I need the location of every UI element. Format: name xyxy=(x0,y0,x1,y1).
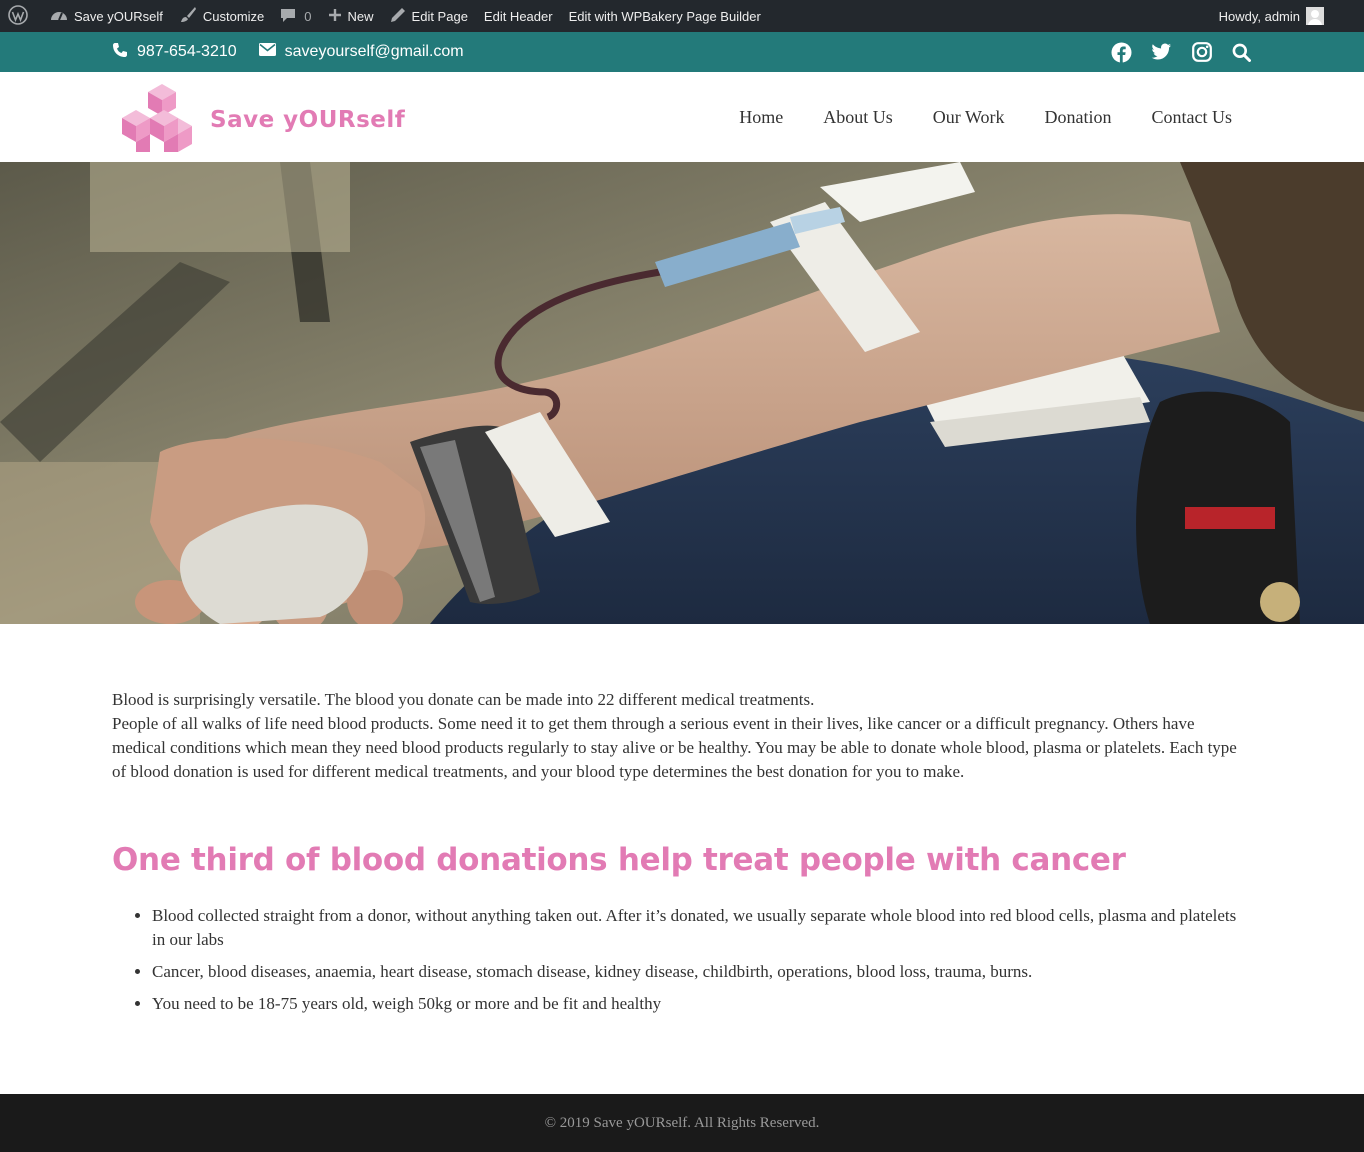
intro-line: Blood is surprisingly versatile. The blo… xyxy=(112,690,815,709)
site-logo[interactable]: Save yOURself xyxy=(116,80,405,159)
email-address: saveyourself@gmail.com xyxy=(284,43,464,60)
brush-icon xyxy=(179,6,203,27)
greeting-label: Howdy, admin xyxy=(1218,8,1300,24)
wordpress-logo-button[interactable] xyxy=(0,0,42,32)
wp-admin-bar: Save yOURself Customize 0 New Edit Page … xyxy=(0,0,1364,32)
instagram-icon[interactable] xyxy=(1191,42,1212,63)
my-account-link[interactable]: Howdy, admin xyxy=(1211,0,1324,32)
list-item: Cancer, blood diseases, anaemia, heart d… xyxy=(152,960,1252,984)
edit-wpbakery-label: Edit with WPBakery Page Builder xyxy=(568,8,761,24)
envelope-icon xyxy=(258,43,276,61)
nav-home[interactable]: Home xyxy=(739,107,783,128)
site-name-label: Save yOURself xyxy=(74,8,163,24)
customize-label: Customize xyxy=(202,8,265,24)
nav-donation[interactable]: Donation xyxy=(1045,107,1112,128)
phone-number: 987-654-3210 xyxy=(137,43,237,60)
list-item: Blood collected straight from a donor, w… xyxy=(152,904,1252,952)
nav-our-work[interactable]: Our Work xyxy=(933,107,1005,128)
facebook-icon[interactable] xyxy=(1111,42,1132,63)
phone-icon xyxy=(112,42,128,63)
edit-wpbakery-link[interactable]: Edit with WPBakery Page Builder xyxy=(561,0,769,32)
site-name-link[interactable]: Save yOURself xyxy=(42,0,171,32)
comments-link[interactable]: 0 xyxy=(272,0,319,32)
dashboard-icon xyxy=(50,7,74,26)
contact-topbar: 987-654-3210 saveyourself@gmail.com xyxy=(0,32,1364,72)
info-list: Blood collected straight from a donor, w… xyxy=(112,904,1252,1016)
list-item: You need to be 18-75 years old, weigh 50… xyxy=(152,992,1252,1016)
phone-contact[interactable]: 987-654-3210 xyxy=(112,42,237,63)
intro-paragraph: People of all walks of life need blood p… xyxy=(112,714,1237,781)
pencil-icon xyxy=(390,7,412,26)
hero-image xyxy=(0,162,1364,624)
section-heading: One third of blood donations help treat … xyxy=(112,842,1126,878)
blood-donation-photo xyxy=(0,162,1364,624)
comment-bubble-icon xyxy=(280,7,302,26)
plus-icon xyxy=(328,8,348,25)
wordpress-icon xyxy=(8,4,34,28)
email-contact[interactable]: saveyourself@gmail.com xyxy=(258,43,464,61)
comments-count: 0 xyxy=(304,8,312,24)
edit-page-link[interactable]: Edit Page xyxy=(382,0,476,32)
copyright-text: © 2019 Save yOURself. All Rights Reserve… xyxy=(544,1114,820,1131)
nav-about-us[interactable]: About Us xyxy=(823,107,893,128)
site-footer: © 2019 Save yOURself. All Rights Reserve… xyxy=(0,1094,1364,1152)
new-label: New xyxy=(347,8,374,24)
search-icon[interactable] xyxy=(1231,42,1252,63)
nav-contact-us[interactable]: Contact Us xyxy=(1152,107,1233,128)
avatar xyxy=(1306,7,1324,25)
twitter-icon[interactable] xyxy=(1151,42,1172,63)
new-content-link[interactable]: New xyxy=(320,0,382,32)
edit-header-link[interactable]: Edit Header xyxy=(476,0,561,32)
edit-header-label: Edit Header xyxy=(483,8,553,24)
site-header: Save yOURself Home About Us Our Work Don… xyxy=(0,72,1364,162)
page-content: Blood is surprisingly versatile. The blo… xyxy=(112,688,1252,1024)
main-navigation: Home About Us Our Work Donation Contact … xyxy=(739,72,1232,162)
edit-page-label: Edit Page xyxy=(411,8,468,24)
cube-logo-icon xyxy=(116,80,202,159)
logo-text: Save yOURself xyxy=(210,106,406,133)
customize-link[interactable]: Customize xyxy=(171,0,272,32)
